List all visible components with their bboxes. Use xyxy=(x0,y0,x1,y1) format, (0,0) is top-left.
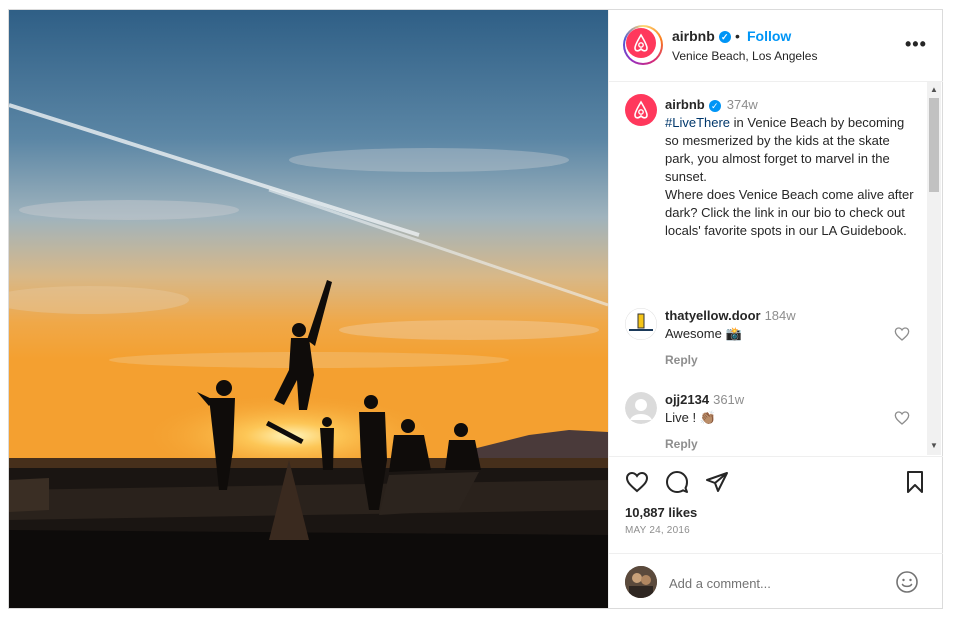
verified-badge-icon: ✓ xyxy=(708,99,721,112)
comment-item: thatyellow.door 184w Awesome 📸 Reply xyxy=(609,308,927,388)
caption-username[interactable]: airbnb xyxy=(665,97,705,112)
comment-item: ojj2134 361w Live ! 👏🏽 Reply xyxy=(609,392,927,455)
emoji-icon[interactable] xyxy=(895,570,919,594)
comment-text: Live ! 👏🏽 xyxy=(665,410,716,425)
reply-button[interactable]: Reply xyxy=(665,353,698,367)
commenter-avatar[interactable] xyxy=(625,392,657,424)
post-header: airbnb ✓ • Follow Venice Beach, Los Angel… xyxy=(609,10,943,82)
separator-dot: • xyxy=(735,28,740,44)
commenter-avatar[interactable] xyxy=(625,308,657,340)
caption-time: 374w xyxy=(726,97,758,112)
scroll-up-icon[interactable]: ▲ xyxy=(930,85,938,94)
caption-text-2: Where does Venice Beach come alive after… xyxy=(665,187,914,238)
hashtag-link[interactable]: #LiveThere xyxy=(665,115,730,130)
author-avatar[interactable] xyxy=(623,25,663,65)
scroll-down-icon[interactable]: ▼ xyxy=(930,441,938,450)
heart-icon[interactable] xyxy=(894,326,910,342)
current-user-avatar xyxy=(625,566,657,598)
commenter-username[interactable]: thatyellow.door xyxy=(665,308,761,323)
likes-count[interactable]: 10,887 likes xyxy=(625,505,697,520)
airbnb-logo-icon xyxy=(626,28,656,58)
comment-time: 361w xyxy=(713,392,745,407)
bookmark-icon[interactable] xyxy=(903,470,927,494)
add-comment-input[interactable] xyxy=(667,570,871,596)
comment-icon[interactable] xyxy=(665,470,689,494)
post-photo[interactable] xyxy=(9,10,608,608)
post-sidebar: airbnb ✓ • Follow Venice Beach, Los Angel… xyxy=(608,10,943,608)
commenter-username[interactable]: ojj2134 xyxy=(665,392,709,407)
post-caption: airbnb ✓ 374w #LiveThere in Venice Beach b… xyxy=(665,96,917,240)
post-actions: 10,887 likes MAY 24, 2016 xyxy=(609,456,943,609)
post-dialog: airbnb ✓ • Follow Venice Beach, Los Angel… xyxy=(8,9,943,609)
comment-text: Awesome 📸 xyxy=(665,326,742,341)
reply-button[interactable]: Reply xyxy=(665,437,698,451)
add-comment-bar xyxy=(609,553,943,610)
post-date: MAY 24, 2016 xyxy=(625,525,690,536)
sunset-skatepark-image xyxy=(9,10,608,608)
airbnb-logo-icon xyxy=(634,100,648,119)
share-icon[interactable] xyxy=(705,470,729,494)
verified-badge-icon: ✓ xyxy=(718,31,731,44)
author-username[interactable]: airbnb ✓ xyxy=(672,28,731,44)
scrollbar-thumb[interactable] xyxy=(929,98,939,192)
location-link[interactable]: Venice Beach, Los Angeles xyxy=(672,49,817,63)
follow-button[interactable]: Follow xyxy=(747,28,791,44)
comment-time: 184w xyxy=(764,308,796,323)
caption-avatar[interactable] xyxy=(625,94,657,126)
comments-list[interactable]: airbnb ✓ 374w #LiveThere in Venice Beach b… xyxy=(609,82,943,455)
comments-scrollbar[interactable]: ▲ ▼ xyxy=(927,82,941,455)
heart-icon[interactable] xyxy=(894,410,910,426)
like-heart-icon[interactable] xyxy=(625,470,649,494)
more-options-icon[interactable]: ••• xyxy=(905,34,927,55)
